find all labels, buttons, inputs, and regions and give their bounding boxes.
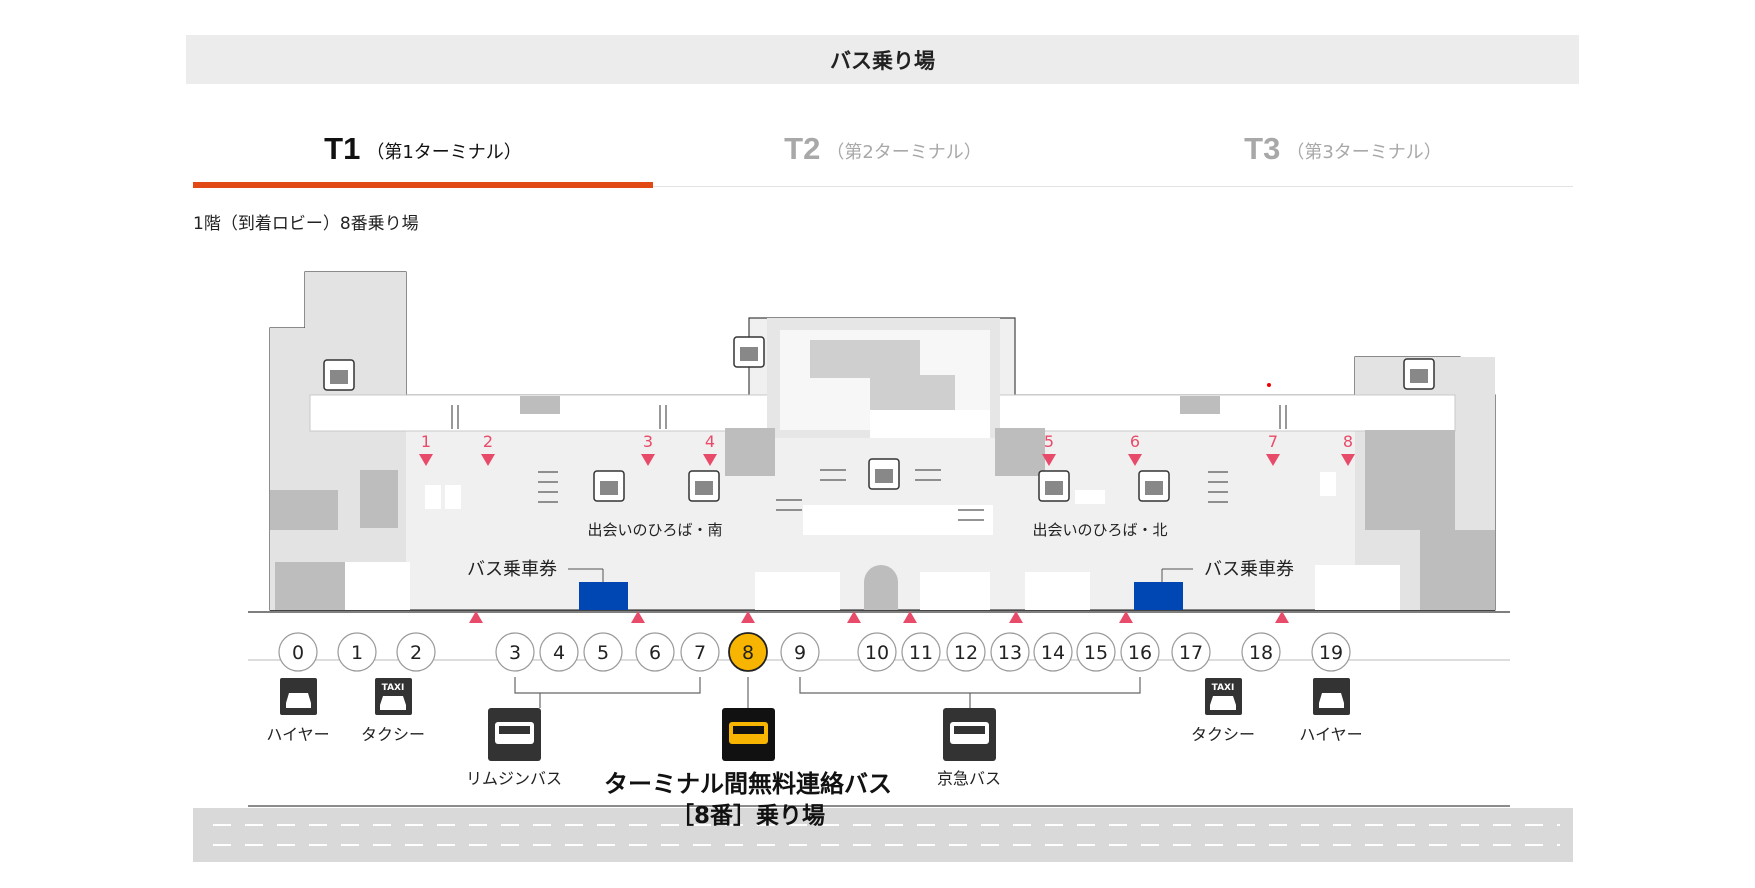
taxi-sign: TAXI [382,683,405,693]
free-bus-subtitle: ［8番］乗り場 [671,802,825,829]
hire-right[interactable]: ハイヤー [1299,678,1363,744]
exit-number: 6 [1130,432,1140,451]
limousine-bus[interactable]: リムジンバス [466,708,562,788]
hire-left-label: ハイヤー [266,725,329,744]
exit-number: 2 [483,432,493,451]
plaza-north-label: 出会いのひろば・北 [1032,521,1167,539]
bus-stop-17[interactable]: 17 [1171,632,1211,672]
keikyu-bus[interactable]: 京急バス [937,708,1001,788]
stop-number: 9 [794,642,806,664]
exit-number: 8 [1343,432,1353,451]
bus-stop-7[interactable]: 7 [680,632,720,672]
taxi-left-label: タクシー [361,725,425,744]
stop-number: 7 [694,642,706,664]
stop-number: 4 [553,642,565,664]
stop-number: 17 [1179,642,1203,664]
entrance-marker [1009,611,1023,623]
taxi-sign: TAXI [1212,683,1235,693]
entrance-marker [1119,611,1133,623]
ticket-counter-north-box [1134,582,1183,610]
elevator-icon [1138,470,1170,502]
exit-number: 4 [705,432,715,451]
stop-number: 6 [649,642,661,664]
elevator-icon [733,336,765,368]
entrance-marker [1275,611,1289,623]
limousine-label: リムジンバス [466,769,562,788]
bus-stop-0[interactable]: 0 [278,632,318,672]
elevator-icon [593,470,625,502]
cursor-dot [1267,383,1271,387]
stop-number: 12 [954,642,978,664]
bus-stop-2[interactable]: 2 [396,632,436,672]
bus-stop-14[interactable]: 14 [1033,632,1073,672]
free-bus-title: ターミナル間無料連絡バス [604,770,892,798]
bus-stop-11[interactable]: 11 [901,632,941,672]
elevator-icon [868,458,900,490]
elevator-icon [688,470,720,502]
bus-stop-10[interactable]: 10 [857,632,897,672]
stop-number: 15 [1084,642,1108,664]
bus-stop-5[interactable]: 5 [583,632,623,672]
bus-stop-6[interactable]: 6 [635,632,675,672]
exit-number: 3 [643,432,653,451]
entrance-markers [469,611,1289,623]
terminal-floor-map: 12345678 出会いのひろば・南 出会いのひろば・北 バス乗車券 バス乗車券… [193,271,1573,862]
entrance-marker [469,611,483,623]
stop-number: 3 [509,642,521,664]
bus-stop-16[interactable]: 16 [1120,632,1160,672]
ticket-counter-south-box [579,582,628,610]
elevator-icon [1038,470,1070,502]
bus-stop-19[interactable]: 19 [1311,632,1351,672]
bus-stop-15[interactable]: 15 [1076,632,1116,672]
elevator-icon [1403,358,1435,390]
entrance-marker [903,611,917,623]
bus-stop-4[interactable]: 4 [539,632,579,672]
elevator-icon [323,359,355,391]
ticket-counter-south-label: バス乗車券 [467,559,557,580]
stop-number: 8 [742,642,754,664]
exit-number: 5 [1044,432,1054,451]
bus-stop-1[interactable]: 1 [337,632,377,672]
keikyu-label: 京急バス [937,769,1001,788]
stop-number: 13 [998,642,1022,664]
entrance-marker [631,611,645,623]
stop-number: 16 [1128,642,1152,664]
building-outline [269,271,1496,611]
bus-stop-12[interactable]: 12 [946,632,986,672]
stop-number: 19 [1319,642,1343,664]
exit-number: 1 [421,432,431,451]
exit-number: 7 [1268,432,1278,451]
free-shuttle-bus[interactable] [722,708,775,761]
taxi-right-label: タクシー [1191,725,1255,744]
entrance-marker [847,611,861,623]
stop-number: 5 [597,642,609,664]
stop-number: 10 [865,642,889,664]
stop-number: 1 [351,642,363,664]
stop-number: 0 [292,642,304,664]
entrance-marker [741,611,755,623]
stop-number: 18 [1249,642,1273,664]
bus-stops: 0 1 2 3 4 5 6 7 8 9 10 11 12 13 14 15 16 17 18 19 [278,632,1351,672]
hire-right-label: ハイヤー [1299,725,1362,744]
stop-number: 14 [1041,642,1065,664]
ticket-counter-north-label: バス乗車券 [1204,559,1294,580]
taxi-left[interactable]: TAXI タクシー [361,678,425,744]
bus-stop-9[interactable]: 9 [780,632,820,672]
stop-number: 2 [410,642,422,664]
bus-stop-3[interactable]: 3 [495,632,535,672]
bus-stop-18[interactable]: 18 [1241,632,1281,672]
hire-left[interactable]: ハイヤー [266,678,330,744]
stop-number: 11 [909,642,933,664]
taxi-right[interactable]: TAXI タクシー [1191,678,1255,744]
plaza-south-label: 出会いのひろば・南 [587,521,722,539]
bus-stop-13[interactable]: 13 [990,632,1030,672]
stop-brackets [514,677,1141,708]
bus-stop-8[interactable]: 8 [728,632,768,672]
